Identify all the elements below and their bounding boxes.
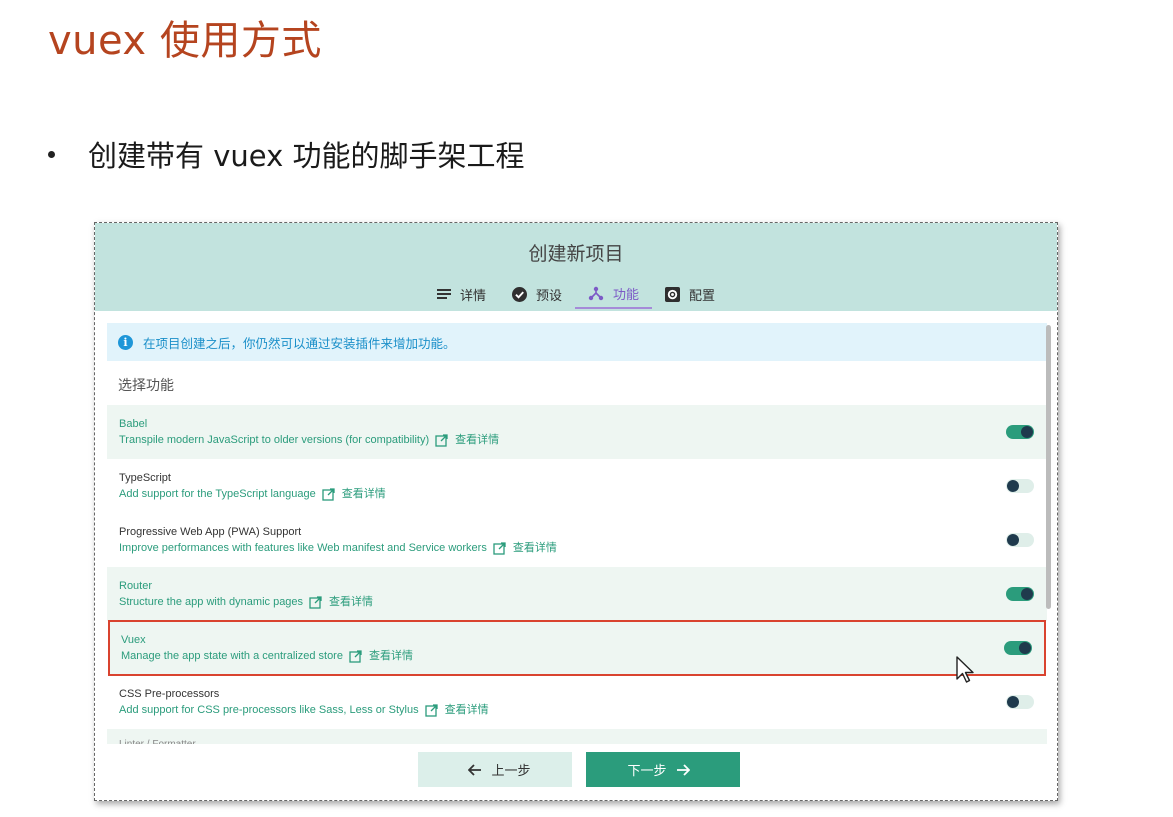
more-details-link[interactable]: 查看详情: [445, 702, 489, 718]
tab-presets[interactable]: 预设: [499, 279, 575, 309]
feature-desc: Improve performances with features like …: [119, 542, 487, 554]
feature-toggle[interactable]: [1006, 425, 1034, 439]
feature-desc: Add support for CSS pre-processors like …: [119, 704, 419, 716]
info-banner: i 在项目创建之后，你仍然可以通过安装插件来增加功能。: [107, 323, 1047, 361]
create-project-window: 创建新项目 详情 预设 功能 配置 i 在项目创建之后，你仍然可以通过安装插件来…: [94, 222, 1058, 801]
toggle-knob: [1019, 642, 1031, 654]
window-title: 创建新项目: [528, 243, 624, 265]
feature-desc: Manage the app state with a centralized …: [121, 650, 343, 662]
window-body: i 在项目创建之后，你仍然可以通过安装插件来增加功能。 选择功能 Babel T…: [95, 311, 1057, 800]
toggle-knob: [1021, 426, 1033, 438]
external-link-icon: [322, 487, 335, 501]
tab-presets-label: 预设: [535, 287, 562, 303]
check-circle-icon: [511, 286, 527, 302]
feature-name: CSS Pre-processors: [119, 688, 220, 700]
more-details-link[interactable]: 查看详情: [342, 486, 386, 502]
feature-row-vuex[interactable]: Vuex Manage the app state with a central…: [108, 620, 1046, 676]
feature-row-router[interactable]: Router Structure the app with dynamic pa…: [107, 567, 1047, 621]
feature-name: Router: [119, 580, 153, 592]
feature-desc: Add support for the TypeScript language: [119, 488, 316, 500]
feature-name: Babel: [119, 418, 148, 430]
gear-icon: [665, 286, 681, 302]
more-details-link[interactable]: 查看详情: [455, 432, 499, 448]
tab-details[interactable]: 详情: [424, 279, 499, 309]
arrow-right-icon: [676, 763, 690, 776]
bullet-dot: [48, 150, 55, 158]
tab-config-label: 配置: [689, 287, 716, 303]
more-details-link[interactable]: 查看详情: [513, 540, 557, 556]
feature-list: Babel Transpile modern JavaScript to old…: [107, 405, 1047, 759]
more-details-link[interactable]: 查看详情: [369, 648, 413, 664]
info-icon: i: [118, 334, 133, 350]
feature-row-css-preprocessors[interactable]: CSS Pre-processors Add support for CSS p…: [107, 675, 1047, 729]
feature-toggle[interactable]: [1006, 533, 1034, 547]
feature-row-typescript[interactable]: TypeScript Add support for the TypeScrip…: [107, 459, 1047, 513]
tab-details-label: 详情: [459, 287, 486, 303]
external-link-icon: [493, 541, 506, 555]
external-link-icon: [349, 649, 362, 663]
section-label: 选择功能: [118, 377, 174, 393]
feature-toggle[interactable]: [1006, 587, 1034, 601]
prev-button[interactable]: 上一步: [418, 752, 572, 787]
feature-desc: Transpile modern JavaScript to older ver…: [119, 434, 430, 446]
next-button[interactable]: 下一步: [586, 752, 740, 787]
feature-name: Vuex: [121, 634, 146, 646]
fork-icon: [588, 286, 604, 301]
toggle-knob: [1007, 534, 1019, 546]
tab-config[interactable]: 配置: [652, 279, 728, 309]
feature-row-pwa[interactable]: Progressive Web App (PWA) Support Improv…: [107, 513, 1047, 567]
feature-name: TypeScript: [119, 472, 171, 484]
tab-features-label: 功能: [613, 286, 640, 302]
toggle-knob: [1021, 588, 1033, 600]
next-button-label: 下一步: [627, 763, 667, 778]
more-details-link[interactable]: 查看详情: [329, 594, 373, 610]
feature-toggle[interactable]: [1006, 479, 1034, 493]
scrollbar[interactable]: [1046, 325, 1051, 609]
feature-toggle[interactable]: [1004, 641, 1032, 655]
footer: 上一步 下一步: [95, 744, 1057, 800]
arrow-left-icon: [468, 763, 482, 776]
info-text: 在项目创建之后，你仍然可以通过安装插件来增加功能。: [143, 336, 456, 351]
feature-desc: Structure the app with dynamic pages: [119, 596, 304, 608]
external-link-icon: [424, 703, 438, 717]
feature-name: Progressive Web App (PWA) Support: [119, 526, 302, 538]
prev-button-label: 上一步: [491, 763, 531, 778]
toggle-knob: [1007, 480, 1019, 492]
bullet-item: 创建带有 vuex 功能的脚手架工程: [48, 133, 524, 175]
bullet-text: 创建带有 vuex 功能的脚手架工程: [88, 139, 525, 173]
toggle-knob: [1007, 696, 1019, 708]
feature-toggle[interactable]: [1006, 695, 1034, 709]
list-icon: [436, 288, 451, 300]
tab-bar: 详情 预设 功能 配置: [95, 279, 1057, 311]
feature-row-babel[interactable]: Babel Transpile modern JavaScript to old…: [107, 405, 1047, 459]
mouse-cursor-icon: [955, 655, 977, 690]
external-link-icon: [309, 595, 322, 609]
window-header: 创建新项目 详情 预设 功能 配置: [95, 223, 1057, 311]
tab-features[interactable]: 功能: [575, 279, 653, 309]
external-link-icon: [435, 433, 448, 447]
slide-title: vuex 使用方式: [48, 18, 322, 64]
